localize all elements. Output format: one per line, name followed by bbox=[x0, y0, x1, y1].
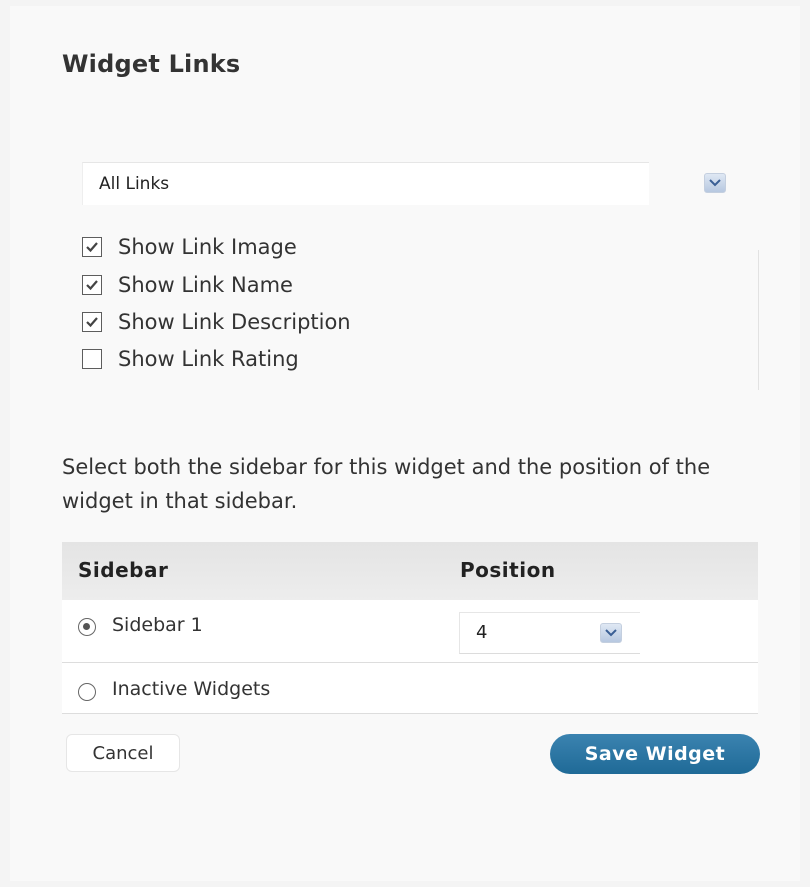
save-widget-button[interactable]: Save Widget bbox=[550, 734, 760, 774]
checkbox-icon[interactable] bbox=[82, 237, 102, 257]
option-label: Show Link Description bbox=[118, 310, 351, 334]
option-show-link-rating[interactable]: Show Link Rating bbox=[82, 345, 482, 375]
links-category-select[interactable]: All Links bbox=[82, 162, 750, 206]
divider bbox=[758, 250, 759, 390]
radio-icon[interactable] bbox=[78, 683, 96, 701]
radio-icon[interactable] bbox=[78, 618, 96, 636]
sidebar-option-label[interactable]: Inactive Widgets bbox=[112, 678, 270, 700]
position-selected-value: 4 bbox=[476, 622, 488, 643]
cancel-button[interactable]: Cancel bbox=[66, 734, 180, 772]
table-row-sidebar-1: Sidebar 1 4 bbox=[62, 600, 758, 663]
checkbox-icon[interactable] bbox=[82, 312, 102, 332]
table-header: Sidebar Position bbox=[62, 542, 758, 600]
option-show-link-image[interactable]: Show Link Image bbox=[82, 233, 482, 263]
sidebar-instructions: Select both the sidebar for this widget … bbox=[62, 455, 711, 513]
sidebar-option-label[interactable]: Sidebar 1 bbox=[112, 614, 203, 636]
widget-title: Widget Links bbox=[62, 50, 241, 78]
option-label: Show Link Image bbox=[118, 235, 297, 259]
links-category-select-field[interactable]: All Links bbox=[82, 162, 649, 205]
table-row-inactive-widgets: Inactive Widgets bbox=[62, 663, 758, 714]
sidebar-column-header: Sidebar bbox=[78, 558, 169, 582]
option-show-link-name[interactable]: Show Link Name bbox=[82, 271, 482, 301]
radio-selected-dot bbox=[83, 623, 90, 630]
position-column-header: Position bbox=[460, 558, 556, 582]
checkbox-icon[interactable] bbox=[82, 275, 102, 295]
option-show-link-description[interactable]: Show Link Description bbox=[82, 308, 482, 338]
position-select[interactable]: 4 bbox=[459, 612, 640, 654]
checkbox-icon[interactable] bbox=[82, 349, 102, 369]
chevron-down-icon[interactable] bbox=[600, 623, 622, 643]
option-label: Show Link Name bbox=[118, 273, 293, 297]
sidebar-position-table: Sidebar Position Sidebar 1 4 Inactive Wi… bbox=[62, 542, 758, 714]
chevron-down-icon[interactable] bbox=[704, 173, 726, 193]
links-category-selected-value: All Links bbox=[99, 174, 170, 194]
option-label: Show Link Rating bbox=[118, 347, 299, 371]
